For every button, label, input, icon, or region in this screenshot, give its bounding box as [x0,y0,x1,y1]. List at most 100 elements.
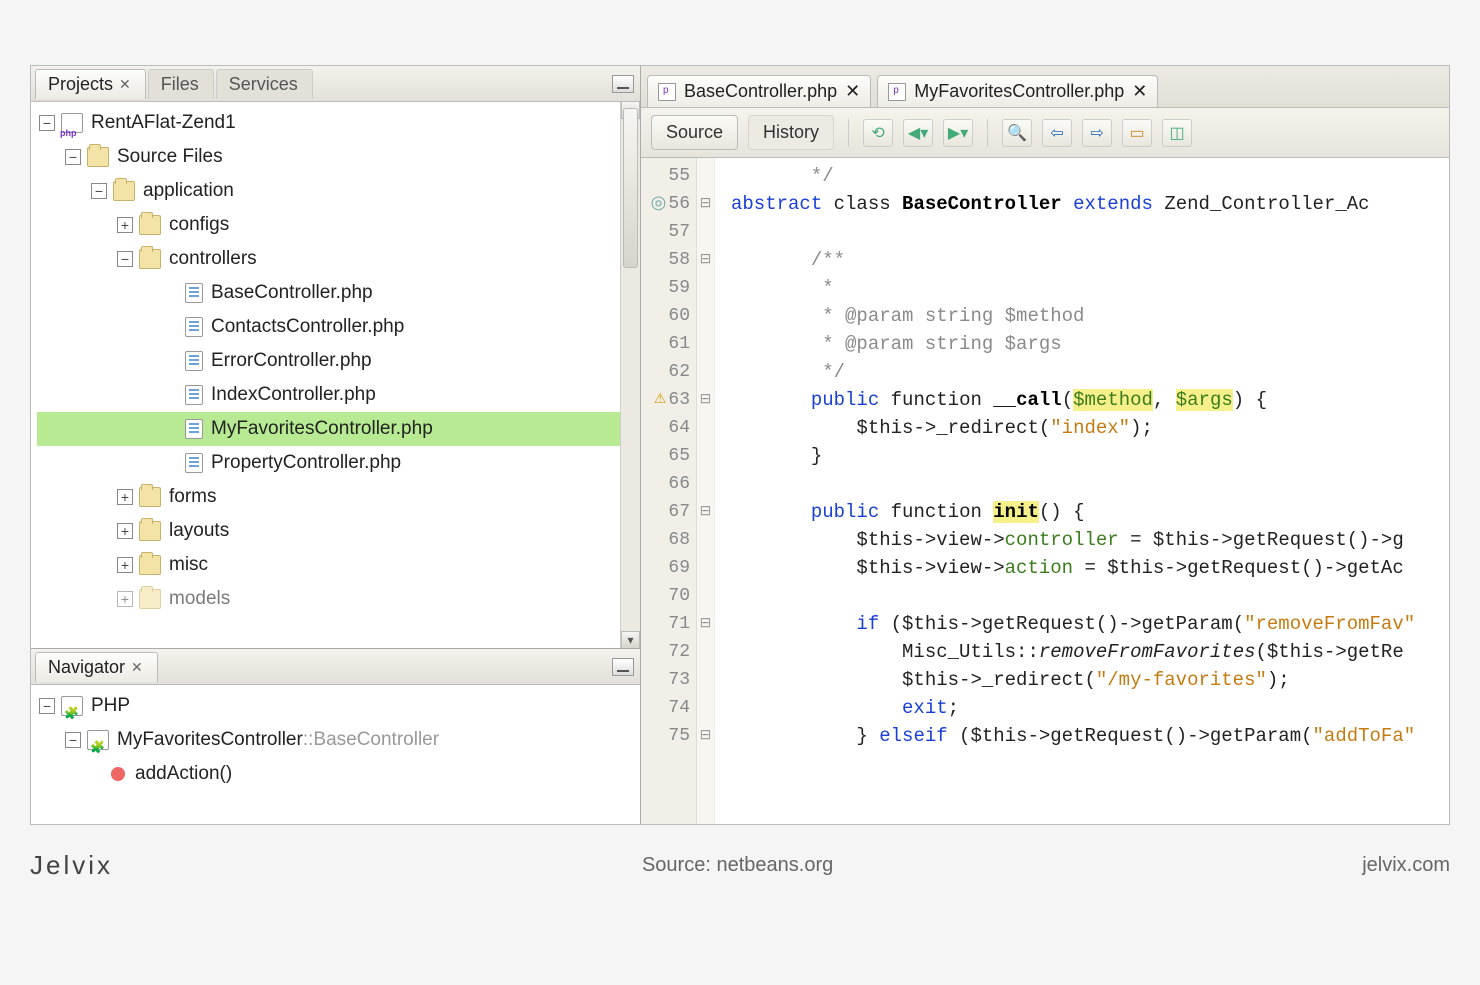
scroll-thumb[interactable] [623,108,638,268]
line-number[interactable]: ⚠63 [641,386,690,414]
minimize-icon[interactable] [612,658,634,676]
tab-services[interactable]: Services [216,69,313,99]
scroll-down-icon[interactable]: ▾ [621,631,640,648]
collapse-icon[interactable]: − [39,115,55,131]
expand-icon[interactable]: + [117,489,133,505]
navigator-panel: Navigator ✕ − PHP − MyFavoritesControlle… [31,649,640,824]
tree-label: layouts [169,514,229,548]
tree-folder-forms[interactable]: + forms [37,480,620,514]
editor-tab-fav[interactable]: MyFavoritesController.php ✕ [877,75,1158,107]
collapse-icon[interactable]: − [65,732,81,748]
line-number[interactable]: 64 [641,414,690,442]
tree-file[interactable]: PropertyController.php [37,446,620,480]
tab-label: MyFavoritesController.php [914,81,1124,102]
tree-file[interactable]: ContactsController.php [37,310,620,344]
nav-class[interactable]: − MyFavoritesController::BaseController [37,723,640,757]
navigator-tree[interactable]: − PHP − MyFavoritesController::BaseContr… [31,685,640,824]
tree-file[interactable]: BaseController.php [37,276,620,310]
line-number[interactable]: 69 [641,554,690,582]
close-icon[interactable]: ✕ [845,81,860,102]
line-number[interactable]: 66 [641,470,690,498]
tree-folder-layouts[interactable]: + layouts [37,514,620,548]
expand-icon[interactable]: + [117,591,133,607]
line-number[interactable]: 65 [641,442,690,470]
line-number[interactable]: 73 [641,666,690,694]
line-number[interactable]: 55 [641,162,690,190]
nav-method[interactable]: addAction() [37,757,640,791]
line-number[interactable]: 59 [641,274,690,302]
fold-toggle-icon[interactable]: ⊟ [697,386,714,414]
close-icon[interactable]: ✕ [119,76,131,93]
line-number[interactable]: 58 [641,246,690,274]
fold-toggle-icon [697,638,714,666]
fold-toggle-icon[interactable]: ⊟ [697,722,714,750]
fold-toggle-icon[interactable]: ⊟ [697,246,714,274]
prev-icon[interactable]: ⇦ [1042,119,1072,147]
source-button[interactable]: Source [651,115,738,150]
tree-file[interactable]: MyFavoritesController.php [37,412,620,446]
tree-file[interactable]: IndexController.php [37,378,620,412]
back-dropdown-icon[interactable]: ◀▾ [903,119,933,147]
fold-toggle-icon [697,526,714,554]
next-icon[interactable]: ⇨ [1082,119,1112,147]
tab-files[interactable]: Files [148,69,214,99]
collapse-icon[interactable]: − [39,698,55,714]
brand-label: Jelvix [30,850,113,881]
bookmark-icon[interactable]: ▭ [1122,119,1152,147]
tab-navigator[interactable]: Navigator ✕ [35,652,158,682]
tree-label: MyFavoritesController.php [211,412,433,446]
tree-application[interactable]: − application [37,174,620,208]
close-icon[interactable]: ✕ [1132,81,1147,102]
fold-toggle-icon [697,554,714,582]
tree-source-files[interactable]: − Source Files [37,140,620,174]
project-tree[interactable]: − RentAFlat-Zend1 − Source Files − appli… [31,102,620,648]
line-number[interactable]: 68 [641,526,690,554]
search-icon[interactable]: 🔍 [1002,119,1032,147]
expand-icon[interactable]: + [117,523,133,539]
nav-root[interactable]: − PHP [37,689,640,723]
line-number[interactable]: 61 [641,330,690,358]
line-gutter[interactable]: 55◎56575859606162⚠6364656667686970717273… [641,158,697,824]
line-number[interactable]: 74 [641,694,690,722]
tree-label: IndexController.php [211,378,376,412]
fold-toggle-icon [697,414,714,442]
close-icon[interactable]: ✕ [131,659,143,676]
fold-toggle-icon[interactable]: ⊟ [697,190,714,218]
line-number[interactable]: 62 [641,358,690,386]
line-number[interactable]: 67 [641,498,690,526]
source-value: netbeans.org [716,854,833,876]
fold-toggle-icon[interactable]: ⊟ [697,610,714,638]
tree-folder-misc[interactable]: + misc [37,548,620,582]
line-number[interactable]: 60 [641,302,690,330]
line-number[interactable]: 75 [641,722,690,750]
fold-toggle-icon [697,666,714,694]
tab-projects[interactable]: Projects ✕ [35,69,146,99]
line-number[interactable]: 70 [641,582,690,610]
collapse-icon[interactable]: − [91,183,107,199]
projects-panel: Projects ✕ Files Services − RentAFla [31,66,640,649]
collapse-icon[interactable]: − [117,251,133,267]
refresh-icon[interactable]: ⟲ [863,119,893,147]
line-number[interactable]: 72 [641,638,690,666]
expand-icon[interactable]: + [117,557,133,573]
history-button[interactable]: History [748,115,834,150]
fold-column[interactable]: ⊟ ⊟ ⊟ ⊟ ⊟ ⊟ [697,158,715,824]
tree-file[interactable]: ErrorController.php [37,344,620,378]
tree-folder-controllers[interactable]: − controllers [37,242,620,276]
expand-icon[interactable]: + [117,217,133,233]
fold-toggle-icon[interactable]: ⊟ [697,498,714,526]
fwd-dropdown-icon[interactable]: ▶▾ [943,119,973,147]
line-number[interactable]: 71 [641,610,690,638]
select-icon[interactable]: ◫ [1162,119,1192,147]
line-number[interactable]: ◎56 [641,190,690,218]
tree-folder-models[interactable]: + models [37,582,620,616]
minimize-icon[interactable] [612,75,634,93]
scrollbar[interactable]: ▴ ▾ [620,102,640,648]
tree-project-root[interactable]: − RentAFlat-Zend1 [37,106,620,140]
collapse-icon[interactable]: − [65,149,81,165]
tree-folder-configs[interactable]: + configs [37,208,620,242]
editor-tabbar: BaseController.php ✕ MyFavoritesControll… [641,66,1449,108]
line-number[interactable]: 57 [641,218,690,246]
editor-tab-base[interactable]: BaseController.php ✕ [647,75,871,107]
code-area[interactable]: */ abstract class BaseController extends… [715,158,1449,824]
